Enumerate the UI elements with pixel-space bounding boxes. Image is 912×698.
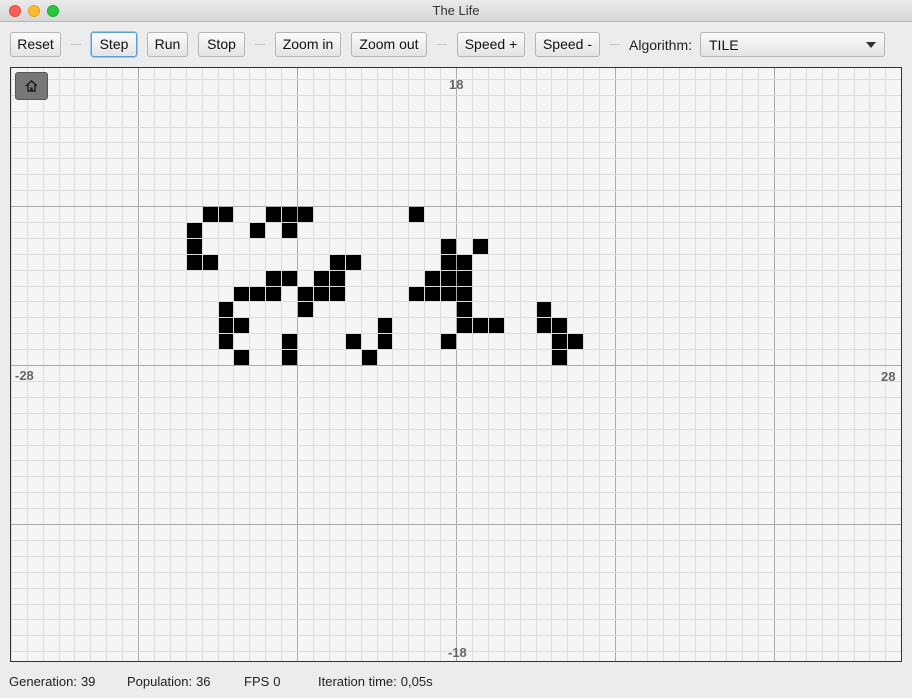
live-cell	[187, 255, 202, 270]
population-value: 36	[196, 674, 211, 689]
live-cell	[441, 334, 456, 349]
zoom-out-button[interactable]: Zoom out	[351, 32, 427, 57]
stop-button[interactable]: Stop	[198, 32, 245, 57]
algorithm-label: Algorithm:	[629, 37, 693, 53]
live-cell	[282, 334, 297, 349]
live-cell	[187, 239, 202, 254]
live-cell	[219, 302, 233, 317]
fps-status: FPS 0	[244, 674, 281, 689]
live-cell	[537, 318, 551, 333]
toolbar-separator	[610, 44, 620, 45]
live-cell	[457, 255, 472, 270]
live-cell	[457, 271, 472, 286]
live-cell	[537, 302, 551, 317]
live-cell	[346, 255, 361, 270]
live-cell	[457, 302, 472, 317]
live-cell	[552, 318, 567, 333]
toolbar-separator	[437, 44, 447, 45]
algorithm-select-value: TILE	[709, 37, 739, 53]
live-cell	[425, 271, 440, 286]
population-label: Population:	[127, 674, 193, 689]
live-cell	[234, 287, 249, 301]
home-icon	[25, 80, 38, 92]
live-cell	[219, 334, 233, 349]
live-cell	[473, 239, 488, 254]
live-cell	[298, 302, 313, 317]
live-cell	[441, 287, 456, 301]
live-cell	[298, 207, 313, 222]
live-cell	[330, 287, 345, 301]
generation-label: Generation:	[9, 674, 77, 689]
live-cell	[330, 255, 345, 270]
fps-label: FPS	[244, 674, 270, 689]
axis-label-right: 28	[881, 369, 896, 384]
title-bar: The Life	[0, 0, 912, 22]
live-cell	[441, 271, 456, 286]
live-cell	[203, 207, 218, 222]
live-cell	[489, 318, 504, 333]
live-cell	[282, 271, 297, 286]
iteration-time-value: 0,05s	[400, 674, 433, 689]
live-cell	[552, 350, 567, 365]
live-cell	[378, 334, 392, 349]
live-cell	[457, 287, 472, 301]
live-cell	[314, 287, 329, 301]
live-cell	[298, 287, 313, 301]
speed-plus-button[interactable]: Speed +	[457, 32, 525, 57]
live-cell	[250, 287, 265, 301]
live-cell	[409, 207, 424, 222]
live-cell	[457, 318, 472, 333]
live-cell	[409, 287, 424, 301]
generation-status: Generation: 39	[9, 674, 95, 689]
live-cell	[266, 207, 281, 222]
algorithm-select[interactable]: TILE	[700, 32, 885, 57]
live-cell	[234, 318, 249, 333]
axis-label-bottom: -18	[448, 645, 467, 660]
zoom-in-button[interactable]: Zoom in	[275, 32, 341, 57]
window-title: The Life	[432, 3, 480, 18]
live-cell	[282, 223, 297, 238]
reset-button[interactable]: Reset	[10, 32, 61, 57]
live-cell	[568, 334, 583, 349]
live-cell	[203, 255, 218, 270]
grid-svg	[11, 68, 901, 661]
iteration-time-status: Iteration time: 0,05s	[318, 674, 433, 689]
live-cell	[187, 223, 202, 238]
run-button[interactable]: Run	[147, 32, 188, 57]
live-cell	[552, 334, 567, 349]
live-cell	[282, 350, 297, 365]
live-cell	[266, 287, 281, 301]
axis-label-top: 18	[449, 77, 464, 92]
toolbar-separator	[71, 44, 81, 45]
live-cell	[441, 239, 456, 254]
live-cell	[282, 207, 297, 222]
toolbar: Reset Step Run Stop Zoom in Zoom out Spe…	[0, 22, 912, 66]
speed-minus-button[interactable]: Speed -	[535, 32, 600, 57]
live-cell	[425, 287, 440, 301]
generation-value: 39	[80, 674, 96, 689]
live-cell	[441, 255, 456, 270]
live-cell	[266, 271, 281, 286]
live-cell	[362, 350, 377, 365]
live-cell	[330, 271, 345, 286]
axis-label-left: -28	[15, 368, 34, 383]
toolbar-separator	[255, 44, 265, 45]
life-grid-canvas[interactable]: 18 -18 -28 28	[10, 67, 902, 662]
live-cell	[250, 223, 265, 238]
fps-value: 0	[273, 674, 281, 689]
step-button[interactable]: Step	[91, 32, 137, 57]
live-cell	[234, 350, 249, 365]
live-cell	[346, 334, 361, 349]
iteration-time-label: Iteration time:	[318, 674, 397, 689]
live-cell	[473, 318, 488, 333]
chevron-down-icon	[866, 42, 876, 48]
live-cell	[219, 207, 233, 222]
live-cell	[314, 271, 329, 286]
live-cell	[378, 318, 392, 333]
live-cell	[219, 318, 233, 333]
population-status: Population: 36	[127, 674, 211, 689]
home-button[interactable]	[15, 72, 48, 100]
